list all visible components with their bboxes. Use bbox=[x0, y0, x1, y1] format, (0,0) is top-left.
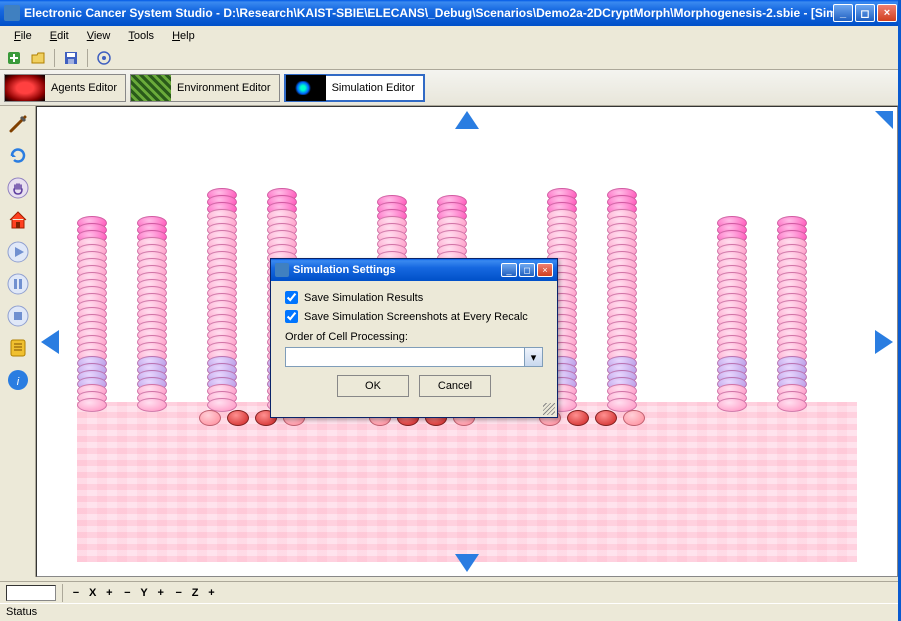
environment-thumb-icon bbox=[131, 75, 171, 101]
nav-down-arrow[interactable] bbox=[455, 554, 479, 572]
menu-edit[interactable]: Edit bbox=[42, 28, 77, 44]
dialog-maximize-button[interactable]: ◻ bbox=[519, 263, 535, 277]
app-icon bbox=[4, 5, 20, 21]
save-results-checkbox[interactable] bbox=[285, 291, 298, 304]
save-results-label: Save Simulation Results bbox=[304, 292, 423, 304]
save-screenshots-checkbox[interactable] bbox=[285, 310, 298, 323]
refresh-icon[interactable] bbox=[4, 142, 32, 170]
tab-simulation-editor[interactable]: Simulation Editor bbox=[284, 74, 425, 102]
tab-agents-editor[interactable]: Agents Editor bbox=[4, 74, 126, 102]
pause-icon[interactable] bbox=[4, 270, 32, 298]
status-bar: Status bbox=[0, 603, 898, 621]
y-label: Y bbox=[138, 587, 149, 599]
play-icon[interactable] bbox=[4, 238, 32, 266]
nav-up-arrow[interactable] bbox=[455, 111, 479, 129]
axis-bar: − X + − Y + − Z + bbox=[0, 581, 898, 603]
simulation-settings-dialog: Simulation Settings _ ◻ × Save Simulatio… bbox=[270, 258, 558, 418]
y-minus-button[interactable]: − bbox=[120, 585, 134, 601]
editor-tabs: Agents Editor Environment Editor Simulat… bbox=[0, 70, 901, 106]
hand-pan-icon[interactable] bbox=[4, 174, 32, 202]
dialog-title: Simulation Settings bbox=[293, 264, 501, 276]
dialog-icon bbox=[275, 263, 289, 277]
dialog-titlebar[interactable]: Simulation Settings _ ◻ × bbox=[271, 259, 557, 281]
y-plus-button[interactable]: + bbox=[154, 585, 168, 601]
save-button[interactable] bbox=[61, 48, 81, 68]
z-plus-button[interactable]: + bbox=[204, 585, 218, 601]
menu-help[interactable]: Help bbox=[164, 28, 203, 44]
order-combobox-input[interactable] bbox=[285, 347, 525, 367]
settings-button[interactable] bbox=[94, 48, 114, 68]
order-label: Order of Cell Processing: bbox=[285, 331, 543, 343]
nav-left-arrow[interactable] bbox=[41, 330, 59, 354]
new-button[interactable] bbox=[4, 48, 24, 68]
axis-value-input[interactable] bbox=[6, 585, 56, 601]
dialog-resize-grip[interactable] bbox=[543, 403, 555, 415]
tab-simulation-label: Simulation Editor bbox=[332, 82, 415, 94]
tools-icon[interactable] bbox=[4, 110, 32, 138]
order-combobox-dropdown-button[interactable]: ▾ bbox=[525, 347, 543, 367]
home-icon[interactable] bbox=[4, 206, 32, 234]
dialog-minimize-button[interactable]: _ bbox=[501, 263, 517, 277]
save-screenshots-label: Save Simulation Screenshots at Every Rec… bbox=[304, 311, 528, 323]
status-text: Status bbox=[6, 606, 37, 618]
toolbar bbox=[0, 46, 901, 70]
x-minus-button[interactable]: − bbox=[69, 585, 83, 601]
z-minus-button[interactable]: − bbox=[172, 585, 186, 601]
menu-view[interactable]: View bbox=[79, 28, 119, 44]
stop-icon[interactable] bbox=[4, 302, 32, 330]
menu-bar: File Edit View Tools Help bbox=[0, 26, 901, 46]
menu-tools[interactable]: Tools bbox=[120, 28, 162, 44]
open-button[interactable] bbox=[28, 48, 48, 68]
ok-button[interactable]: OK bbox=[337, 375, 409, 397]
simulation-thumb-icon bbox=[286, 75, 326, 101]
tab-environment-editor[interactable]: Environment Editor bbox=[130, 74, 280, 102]
side-toolbar: i bbox=[0, 106, 36, 577]
nav-right-arrow[interactable] bbox=[875, 330, 893, 354]
tab-environment-label: Environment Editor bbox=[177, 82, 271, 94]
tab-agents-label: Agents Editor bbox=[51, 82, 117, 94]
minimize-button[interactable]: _ bbox=[833, 4, 853, 22]
restore-button[interactable]: ◻ bbox=[855, 4, 875, 22]
z-label: Z bbox=[190, 587, 201, 599]
dialog-close-button[interactable]: × bbox=[537, 263, 553, 277]
window-titlebar: Electronic Cancer System Studio - D:\Res… bbox=[0, 0, 901, 26]
log-icon[interactable] bbox=[4, 334, 32, 362]
menu-file[interactable]: File bbox=[6, 28, 40, 44]
x-label: X bbox=[87, 587, 98, 599]
cancel-button[interactable]: Cancel bbox=[419, 375, 491, 397]
nav-corner-arrow[interactable] bbox=[875, 111, 893, 129]
agents-thumb-icon bbox=[5, 75, 45, 101]
info-icon[interactable]: i bbox=[4, 366, 32, 394]
window-title: Electronic Cancer System Studio - D:\Res… bbox=[24, 6, 833, 20]
x-plus-button[interactable]: + bbox=[102, 585, 116, 601]
close-button[interactable]: × bbox=[877, 4, 897, 22]
